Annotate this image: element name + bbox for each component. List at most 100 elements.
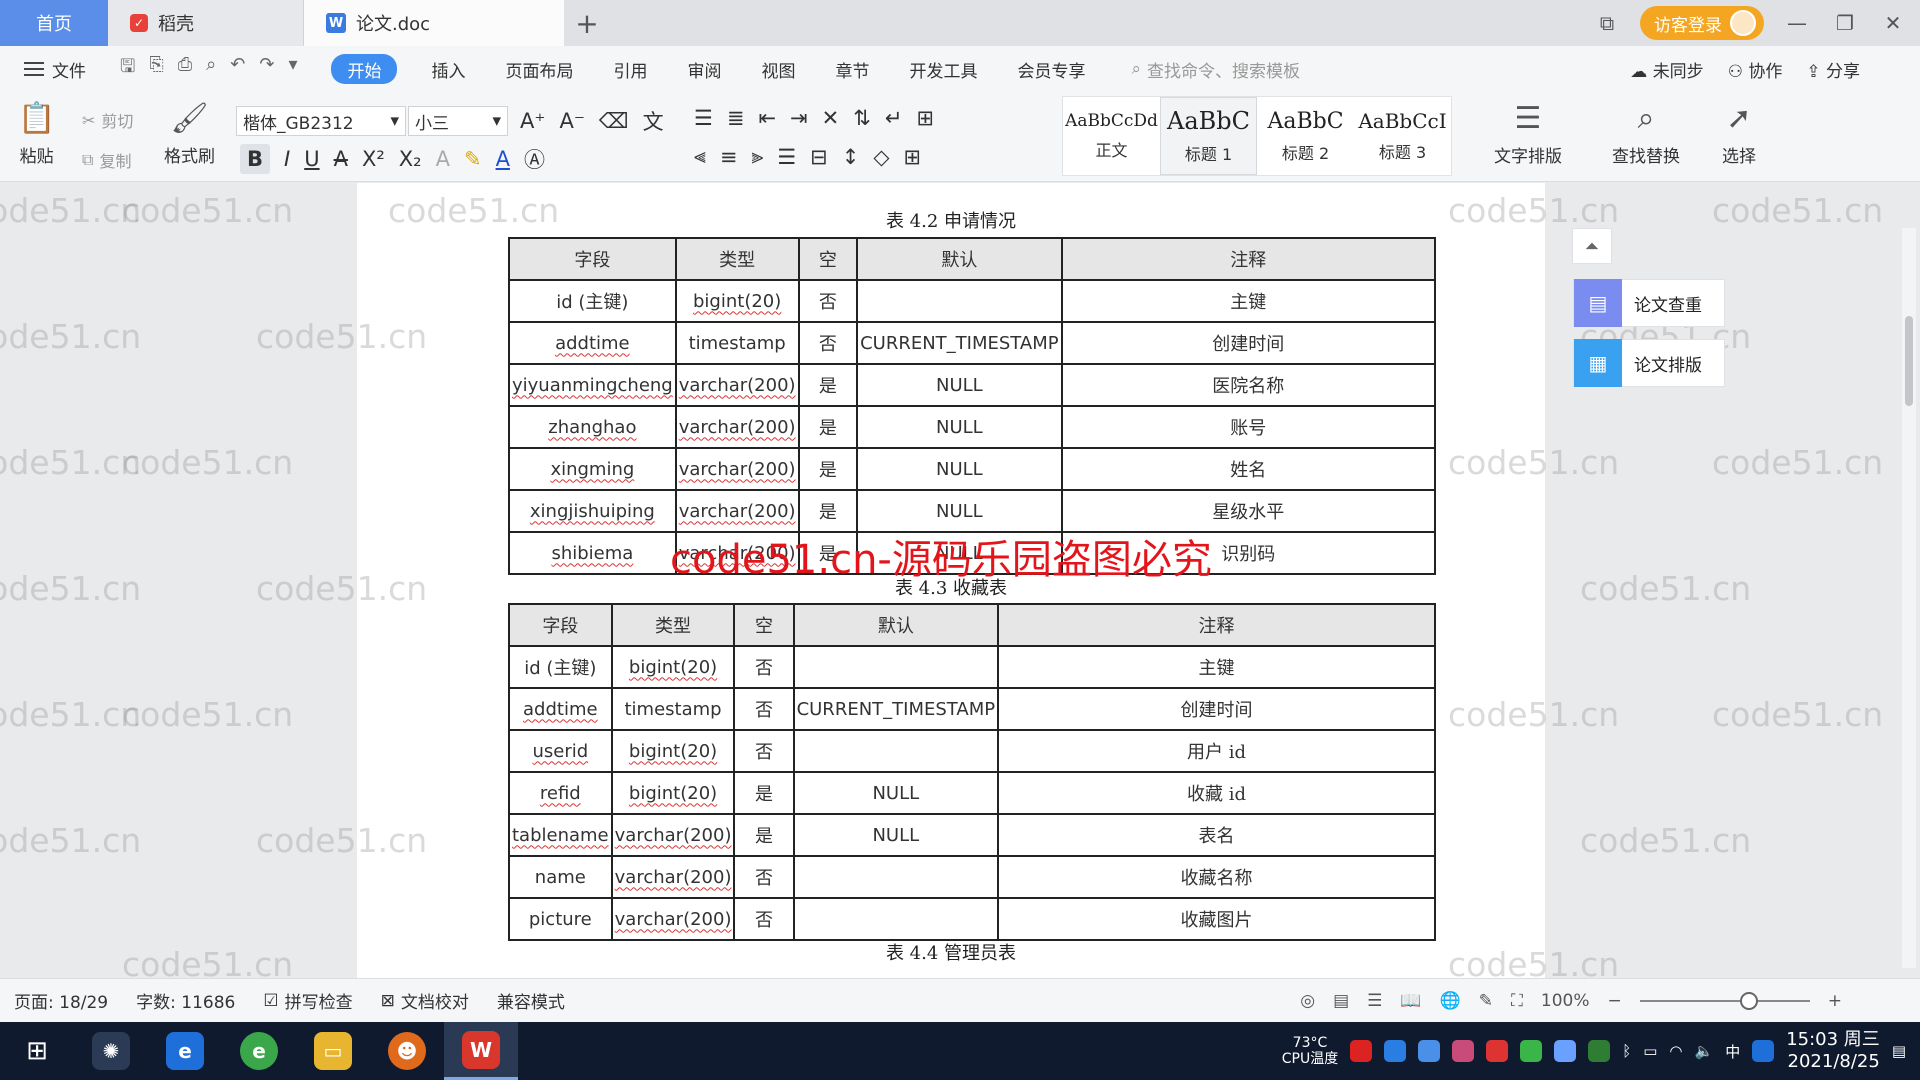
- redo-icon[interactable]: ↷: [259, 54, 274, 84]
- subscript-icon[interactable]: X₂: [399, 147, 422, 171]
- tab-home[interactable]: 首页: [0, 0, 108, 46]
- char-border-icon[interactable]: Ⓐ: [524, 144, 545, 174]
- paper-check-button[interactable]: ▤ 论文查重: [1573, 279, 1725, 327]
- menu-references[interactable]: 引用: [593, 57, 667, 82]
- zoom-slider-knob[interactable]: [1739, 991, 1758, 1010]
- bold-icon[interactable]: B: [240, 144, 270, 174]
- text-layout-button[interactable]: ☰ 文字排版: [1494, 102, 1562, 168]
- battery-icon[interactable]: ▭: [1643, 1042, 1657, 1060]
- justify-icon[interactable]: ☰: [777, 145, 796, 169]
- style-heading-1[interactable]: AaBbC 标题 1: [1160, 97, 1257, 175]
- tray-icon[interactable]: [1554, 1040, 1577, 1062]
- menu-insert[interactable]: 插入: [411, 57, 485, 82]
- tray-icon[interactable]: [1452, 1040, 1475, 1062]
- ime-indicator[interactable]: 中: [1725, 1041, 1740, 1062]
- decrease-indent-icon[interactable]: ⇤: [758, 106, 776, 130]
- style-normal[interactable]: AaBbCcDd 正文: [1063, 97, 1160, 175]
- new-tab-button[interactable]: +: [564, 0, 610, 46]
- eye-protect-icon[interactable]: ◎: [1300, 991, 1315, 1011]
- pen-icon[interactable]: ✎: [1479, 991, 1493, 1011]
- shield-icon[interactable]: [1418, 1040, 1441, 1062]
- taskbar-app-explorer[interactable]: ▭: [296, 1022, 370, 1080]
- paper-layout-button[interactable]: ▦ 论文排版: [1573, 339, 1725, 387]
- word-count[interactable]: 字数: 11686: [122, 988, 249, 1013]
- font-color-icon[interactable]: A: [496, 147, 510, 171]
- tray-icon[interactable]: [1384, 1040, 1407, 1062]
- collapse-panel-button[interactable]: ⏶: [1572, 228, 1612, 264]
- menu-section[interactable]: 章节: [815, 57, 889, 82]
- font-name-select[interactable]: 楷体_GB2312 ▾: [236, 106, 406, 136]
- bullet-list-icon[interactable]: ☰: [694, 106, 713, 130]
- italic-icon[interactable]: I: [284, 147, 290, 171]
- start-button[interactable]: ⊞: [0, 1022, 74, 1080]
- minimize-icon[interactable]: —: [1782, 11, 1812, 35]
- increase-indent-icon[interactable]: ⇥: [790, 106, 808, 130]
- save-icon[interactable]: 🖫: [120, 54, 135, 84]
- window-layout-icon[interactable]: ⧉: [1592, 11, 1622, 35]
- collaborate-button[interactable]: ⚇ 协作: [1728, 57, 1783, 82]
- taskbar-app-pinwheel[interactable]: ✺: [74, 1022, 148, 1080]
- outline-view-icon[interactable]: ☰: [1367, 991, 1382, 1011]
- find-replace-button[interactable]: ⌕ 查找替换: [1612, 102, 1680, 168]
- menu-member[interactable]: 会员专享: [997, 57, 1105, 82]
- underline-icon[interactable]: U: [304, 147, 319, 171]
- cut-button[interactable]: ✂ 剪切: [82, 108, 133, 132]
- volume-icon[interactable]: 🔈: [1695, 1042, 1714, 1060]
- qq-icon[interactable]: [1752, 1040, 1775, 1062]
- export-icon[interactable]: ⎘: [149, 54, 163, 84]
- close-icon[interactable]: ✕: [1878, 11, 1908, 35]
- align-right-icon[interactable]: ⫸: [751, 144, 763, 169]
- file-menu[interactable]: 文件: [0, 57, 100, 82]
- numbered-list-icon[interactable]: ≣: [727, 106, 745, 130]
- text-effect-icon[interactable]: A: [436, 147, 450, 171]
- phonetic-icon[interactable]: 文: [643, 106, 664, 136]
- reading-view-icon[interactable]: 📖: [1400, 991, 1421, 1011]
- taskbar-app-browser[interactable]: e: [222, 1022, 296, 1080]
- fit-page-icon[interactable]: ⛶: [1511, 991, 1523, 1011]
- command-search[interactable]: ⌕ 查找命令、搜索模板: [1131, 57, 1300, 82]
- wifi-icon[interactable]: ◠: [1669, 1042, 1682, 1060]
- select-button[interactable]: ➚ 选择: [1722, 102, 1756, 168]
- tray-icon[interactable]: [1486, 1040, 1509, 1062]
- share-button[interactable]: ⇪ 分享: [1806, 57, 1860, 82]
- tab-document[interactable]: W 论文.doc: [304, 0, 564, 46]
- zoom-out-icon[interactable]: −: [1608, 991, 1622, 1011]
- visitor-login-button[interactable]: 访客登录: [1640, 6, 1764, 40]
- taskbar-app-ie[interactable]: e: [148, 1022, 222, 1080]
- style-heading-2[interactable]: AaBbC 标题 2: [1257, 97, 1354, 175]
- tab-daoke[interactable]: ✓ 稻壳: [108, 0, 304, 46]
- undo-icon[interactable]: ↶: [230, 54, 245, 84]
- zoom-in-icon[interactable]: +: [1828, 991, 1842, 1011]
- show-marks-icon[interactable]: ↵: [885, 106, 903, 130]
- bluetooth-icon[interactable]: ᛒ: [1622, 1042, 1631, 1060]
- sort-icon[interactable]: ⇅: [853, 106, 871, 130]
- menu-start[interactable]: 开始: [331, 54, 398, 84]
- print-preview-icon[interactable]: ⌕: [206, 54, 216, 84]
- cpu-temp[interactable]: 73°C CPU温度: [1282, 1035, 1338, 1067]
- format-painter-button[interactable]: 🖌 格式刷: [164, 102, 215, 168]
- spell-check-button[interactable]: ☑ 拼写检查: [249, 988, 366, 1014]
- page-indicator[interactable]: 页面: 18/29: [0, 988, 122, 1013]
- restore-icon[interactable]: ❐: [1830, 11, 1860, 35]
- zoom-slider[interactable]: [1639, 991, 1810, 1010]
- scrollbar-thumb[interactable]: [1905, 316, 1913, 406]
- paste-button[interactable]: 📋 粘贴: [18, 102, 55, 168]
- clock[interactable]: 15:03 周三 2021/8/25: [1786, 1029, 1880, 1073]
- style-heading-3[interactable]: AaBbCcI 标题 3: [1354, 97, 1451, 175]
- tray-icon[interactable]: [1350, 1040, 1373, 1062]
- menu-view[interactable]: 视图: [741, 57, 815, 82]
- copy-button[interactable]: ⧉ 复制: [82, 148, 131, 172]
- distribute-icon[interactable]: ⊟: [810, 145, 828, 169]
- font-size-select[interactable]: 小三 ▾: [408, 106, 508, 136]
- grow-font-icon[interactable]: A⁺: [520, 109, 545, 133]
- align-center-icon[interactable]: ≡: [720, 145, 738, 169]
- menu-review[interactable]: 审阅: [667, 57, 741, 82]
- menu-page-layout[interactable]: 页面布局: [485, 57, 593, 82]
- tray-icon[interactable]: [1588, 1040, 1611, 1062]
- web-view-icon[interactable]: 🌐: [1440, 991, 1461, 1011]
- taskbar-app-wps[interactable]: W: [444, 1022, 518, 1080]
- print-icon[interactable]: ⎙: [178, 54, 192, 84]
- chevron-down-icon[interactable]: ▾: [288, 54, 297, 84]
- proofread-button[interactable]: ⊠ 文档校对: [367, 988, 483, 1014]
- chinese-layout-icon[interactable]: ✕: [822, 106, 840, 130]
